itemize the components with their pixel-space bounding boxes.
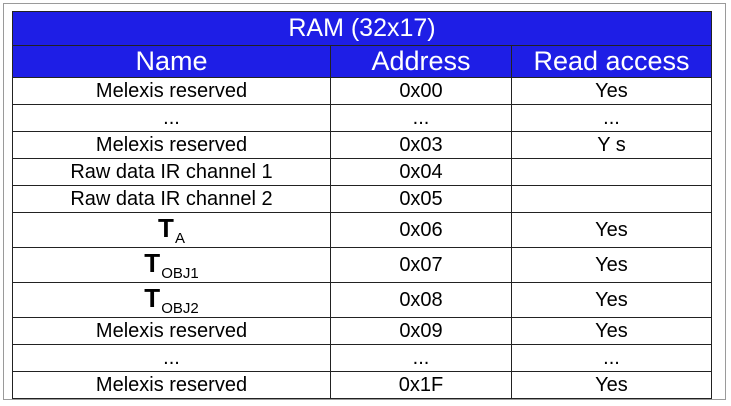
cell-address: 0x05 [330,185,512,213]
table-row: ... ... ... [12,104,712,132]
cell-name: TA [12,212,331,248]
symbol-main: T [158,213,174,243]
table-row: TA 0x06 Yes [12,212,712,248]
header-address: Address [330,45,512,78]
symbol-subscript: OBJ1 [161,265,199,282]
cell-read-access: Yes [511,282,712,318]
cell-address: 0x04 [330,158,512,186]
cell-read-access [511,185,712,213]
header-read-access: Read access [511,45,712,78]
cell-address: 0x07 [330,247,512,283]
symbol-subscript: OBJ2 [161,300,199,317]
cell-address: 0x09 [330,317,512,345]
symbol-subscript: A [174,230,185,247]
cell-name: ... [12,104,331,132]
table-row: TOBJ1 0x07 Yes [12,247,712,283]
table-row: Raw data IR channel 2 0x05 [12,185,712,213]
table-row: ... ... ... [12,344,712,372]
cell-name: Melexis reserved [12,317,331,345]
table-row: Melexis reserved 0x1F Yes [12,371,712,399]
symbol-main: T [144,283,161,313]
cell-name: Raw data IR channel 1 [12,158,331,186]
cell-address: ... [330,344,512,372]
cell-read-access [511,158,712,186]
cell-name: Melexis reserved [12,77,331,105]
table-title-row: RAM (32x17) [12,11,712,46]
table-row: Melexis reserved 0x09 Yes [12,317,712,345]
cell-address: ... [330,104,512,132]
cell-read-access: Yes [511,317,712,345]
cell-read-access: Yes [511,212,712,248]
table-row: Melexis reserved 0x00 Yes [12,77,712,105]
cell-address: 0x00 [330,77,512,105]
cell-read-access: Yes [511,247,712,283]
cell-name: Raw data IR channel 2 [12,185,331,213]
cell-read-access: Yes [511,371,712,399]
cell-name: Melexis reserved [12,371,331,399]
cell-address: 0x03 [330,131,512,159]
cell-read-access: Yes [511,77,712,105]
header-name: Name [12,45,331,78]
cell-name: TOBJ2 [12,282,331,318]
ram-table: RAM (32x17) Name Address Read access Mel… [12,11,712,399]
cell-address: 0x06 [330,212,512,248]
symbol-main: T [144,248,161,278]
cell-name: TOBJ1 [12,247,331,283]
cell-name: Melexis reserved [12,131,331,159]
cell-address: 0x1F [330,371,512,399]
cell-address: 0x08 [330,282,512,318]
table-title: RAM (32x17) [12,11,712,46]
table-row: Melexis reserved 0x03 Y s [12,131,712,159]
cell-name: ... [12,344,331,372]
cell-read-access: Y s [511,131,712,159]
cell-read-access: ... [511,104,712,132]
table-row: TOBJ2 0x08 Yes [12,282,712,318]
table-row: Raw data IR channel 1 0x04 [12,158,712,186]
table-header-row: Name Address Read access [12,45,712,78]
cell-read-access: ... [511,344,712,372]
